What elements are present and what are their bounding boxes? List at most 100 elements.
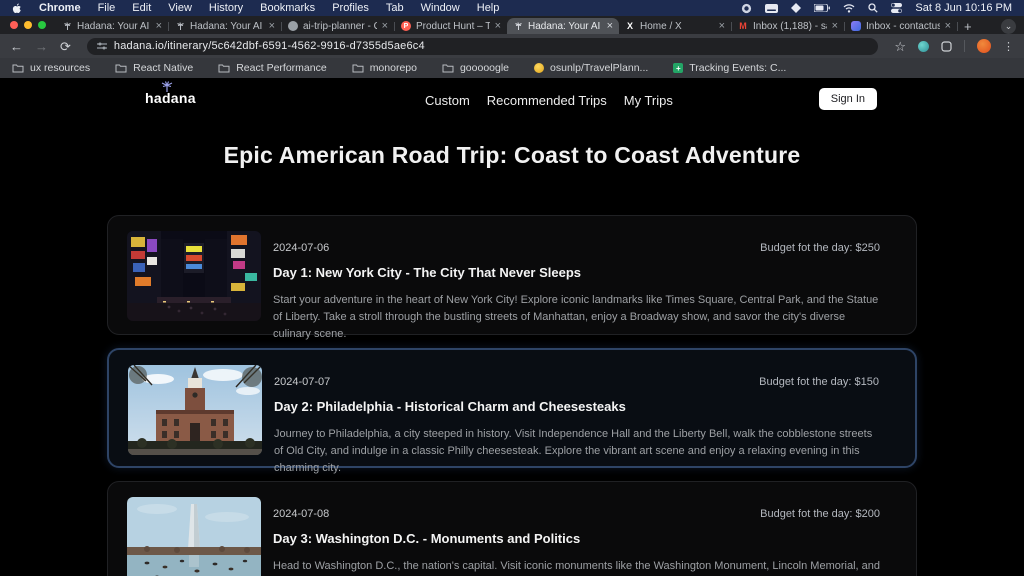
menu-file[interactable]: File: [98, 2, 116, 14]
day-description: Journey to Philadelphia, a city steeped …: [274, 426, 879, 477]
menu-chrome[interactable]: Chrome: [39, 2, 81, 14]
menu-view[interactable]: View: [168, 2, 192, 14]
bookmark-folder-react-performance[interactable]: React Performance: [218, 62, 326, 74]
reload-icon[interactable]: ⟳: [60, 40, 71, 53]
tab-title: Inbox (1,188) - saichand: [753, 21, 827, 32]
tab-hadana-2[interactable]: Hadana: Your AI travel pl ×: [169, 18, 281, 34]
close-icon[interactable]: ×: [607, 21, 613, 32]
bookmark-folder-react-native[interactable]: React Native: [115, 62, 193, 74]
menubar-clock[interactable]: Sat 8 Jun 10:16 PM: [915, 2, 1012, 14]
day-card-body: 2024-07-08 Budget fot the day: $200 Day …: [273, 508, 880, 576]
close-window-button[interactable]: [10, 21, 18, 29]
tab-github[interactable]: ai-trip-planner - Overvie ×: [282, 18, 394, 34]
address-bar[interactable]: hadana.io/itinerary/5c642dbf-6591-4562-9…: [87, 38, 878, 55]
tab-x-home[interactable]: X Home / X ×: [619, 18, 731, 34]
main-nav: Custom Recommended Trips My Trips: [423, 93, 675, 108]
hadana-itinerary-page: hadana Custom Recommended Trips My Trips…: [0, 78, 1024, 576]
bookmark-folder-monorepo[interactable]: monorepo: [352, 62, 417, 74]
day-title: Day 1: New York City - The City That Nev…: [273, 265, 880, 280]
bookmark-label: monorepo: [370, 62, 417, 74]
menu-profiles[interactable]: Profiles: [332, 2, 369, 14]
chrome-menu-icon[interactable]: ⋮: [1003, 40, 1014, 53]
day-budget: Budget fot the day: $250: [760, 242, 880, 254]
day-card-body: 2024-07-07 Budget fot the day: $150 Day …: [274, 376, 879, 477]
folder-icon: [442, 63, 454, 73]
url-text[interactable]: hadana.io/itinerary/5c642dbf-6591-4562-9…: [114, 40, 425, 52]
times-square-night-photo: [127, 231, 261, 321]
tab-producthunt[interactable]: P Product Hunt – The best ×: [395, 18, 507, 34]
close-icon[interactable]: ×: [382, 21, 388, 32]
close-icon[interactable]: ×: [945, 21, 951, 32]
bookmark-star-icon[interactable]: ☆: [894, 40, 906, 53]
day-card-body: 2024-07-06 Budget fot the day: $250 Day …: [273, 242, 880, 343]
toolbar-divider: [964, 40, 965, 52]
close-icon[interactable]: ×: [832, 21, 838, 32]
day-card-1[interactable]: 2024-07-06 Budget fot the day: $250 Day …: [107, 215, 917, 335]
day-budget: Budget fot the day: $200: [760, 508, 880, 520]
site-settings-tune-icon[interactable]: [97, 41, 107, 51]
menu-tab[interactable]: Tab: [386, 2, 404, 14]
day-description: Head to Washington D.C., the nation's ca…: [273, 558, 880, 576]
profile-avatar[interactable]: [977, 39, 991, 53]
control-center-icon[interactable]: [891, 3, 902, 13]
close-icon[interactable]: ×: [156, 21, 162, 32]
bookmark-label: gooooogle: [460, 62, 509, 74]
independence-hall-photo: [128, 365, 262, 455]
extensions-puzzle-icon[interactable]: [941, 41, 952, 52]
bookmark-osunlp-travelplanner[interactable]: osunlp/TravelPlann...: [534, 62, 648, 74]
folder-icon: [218, 63, 230, 73]
github-avatar-icon: [534, 63, 544, 73]
menubar-status-icons: Sat 8 Jun 10:16 PM: [741, 2, 1012, 14]
gmail-favicon: M: [738, 21, 748, 31]
sign-in-button[interactable]: Sign In: [819, 88, 877, 110]
folder-icon: [115, 63, 127, 73]
stats-icon[interactable]: [741, 3, 752, 14]
battery-icon[interactable]: [814, 4, 830, 12]
menu-history[interactable]: History: [209, 2, 243, 14]
tab-hadana-active[interactable]: Hadana: Your AI travel pl ×: [507, 18, 619, 34]
wifi-icon[interactable]: [843, 4, 855, 13]
bookmark-folder-ux-resources[interactable]: ux resources: [12, 62, 90, 74]
back-icon[interactable]: ←: [10, 40, 23, 53]
nav-my-trips[interactable]: My Trips: [622, 93, 675, 108]
close-icon[interactable]: ×: [495, 21, 501, 32]
x-favicon: X: [625, 21, 635, 31]
chrome-toolbar: ← → ⟳ hadana.io/itinerary/5c642dbf-6591-…: [0, 34, 1024, 58]
day-card-2-selected[interactable]: 2024-07-07 Budget fot the day: $150 Day …: [107, 348, 917, 468]
nav-recommended-trips[interactable]: Recommended Trips: [485, 93, 609, 108]
tab-gmail-inbox[interactable]: M Inbox (1,188) - saichand ×: [732, 18, 844, 34]
keyboard-icon[interactable]: [765, 4, 778, 13]
sheets-icon: +: [673, 63, 683, 73]
close-icon[interactable]: ×: [269, 21, 275, 32]
apple-logo-icon[interactable]: [12, 3, 22, 14]
fullscreen-window-button[interactable]: [38, 21, 46, 29]
day-card-3[interactable]: 2024-07-08 Budget fot the day: $200 Day …: [107, 481, 917, 576]
minimize-window-button[interactable]: [24, 21, 32, 29]
nav-custom[interactable]: Custom: [423, 93, 472, 108]
day-meta-row: 2024-07-08 Budget fot the day: $200: [273, 508, 880, 520]
tab-search-chevron-icon[interactable]: ⌄: [1001, 19, 1016, 34]
bookmark-tracking-events-sheet[interactable]: + Tracking Events: C...: [673, 62, 786, 74]
producthunt-favicon: P: [401, 21, 411, 31]
bookmark-label: Tracking Events: C...: [689, 62, 786, 74]
extension-icon[interactable]: [918, 41, 929, 52]
tab-separator: [957, 22, 958, 31]
menu-bookmarks[interactable]: Bookmarks: [260, 2, 315, 14]
hadana-logo[interactable]: hadana: [145, 90, 196, 106]
menu-help[interactable]: Help: [477, 2, 500, 14]
bookmark-folder-gooooogle[interactable]: gooooogle: [442, 62, 509, 74]
menu-window[interactable]: Window: [421, 2, 460, 14]
forward-icon[interactable]: →: [35, 40, 48, 53]
day-meta-row: 2024-07-07 Budget fot the day: $150: [274, 376, 879, 388]
tab-superhuman-inbox[interactable]: Inbox - contactus@hada ×: [845, 18, 957, 34]
search-icon[interactable]: [868, 3, 878, 13]
raycast-icon[interactable]: [791, 3, 801, 13]
bookmark-label: React Native: [133, 62, 193, 74]
close-icon[interactable]: ×: [719, 21, 725, 32]
tab-title: Home / X: [640, 21, 714, 32]
tab-hadana-1[interactable]: Hadana: Your AI travel pl ×: [56, 18, 168, 34]
hadana-favicon: [62, 21, 72, 31]
new-tab-button[interactable]: +: [964, 19, 972, 34]
hadana-favicon: [175, 21, 185, 31]
menu-edit[interactable]: Edit: [132, 2, 151, 14]
